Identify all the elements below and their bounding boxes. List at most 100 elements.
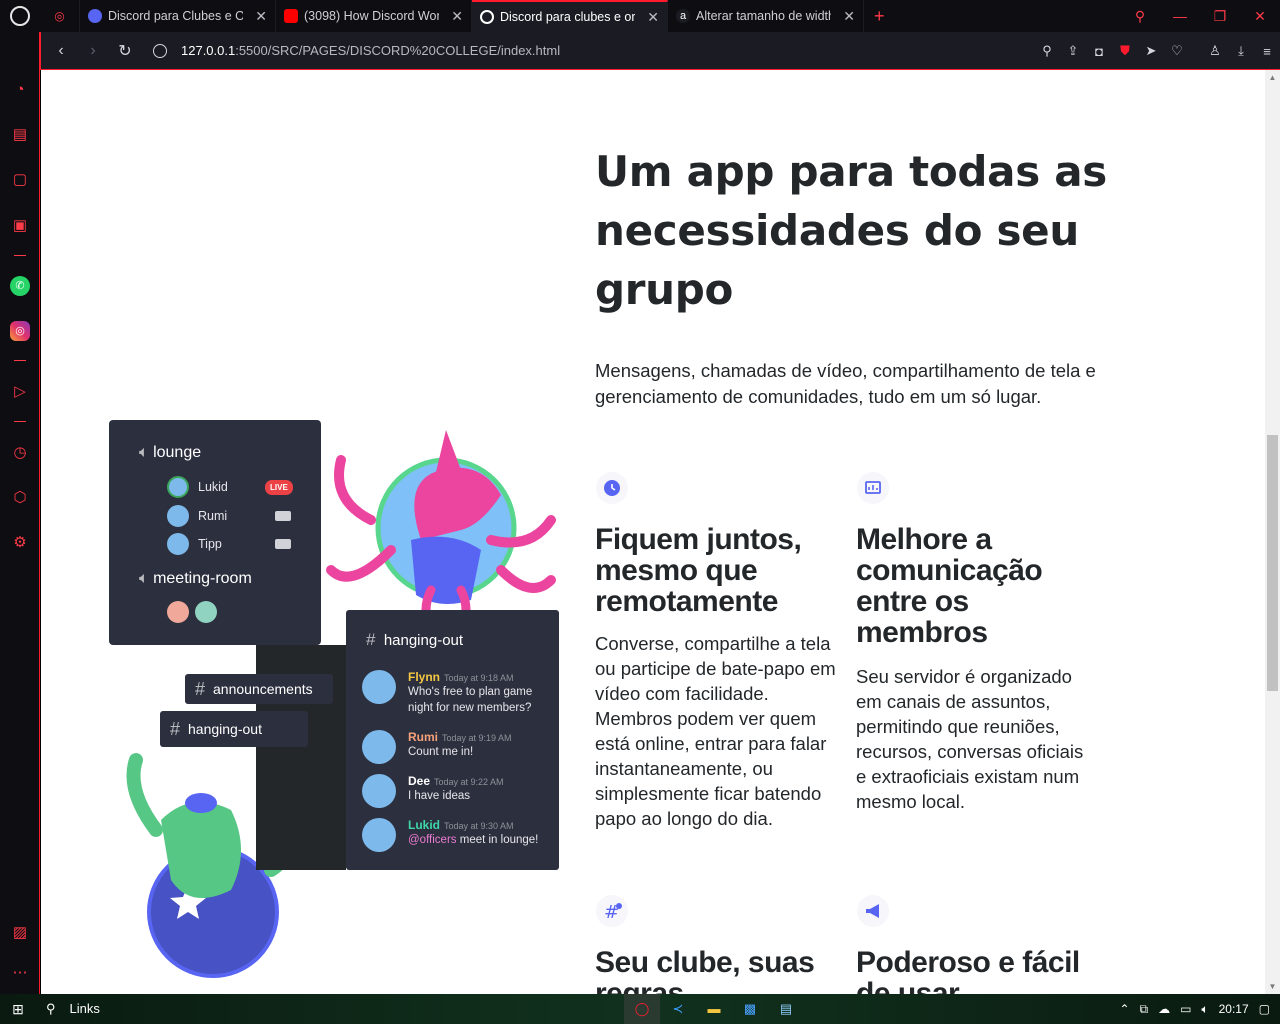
close-window-icon[interactable]: ✕ [1240,8,1280,25]
hash-icon: # [170,718,181,739]
scrollbar-thumb[interactable] [1267,435,1278,691]
close-icon[interactable]: ✕ [647,9,659,26]
taskbar-search[interactable]: ⚲ Links [46,1001,100,1017]
chart-icon [857,472,889,504]
divider [14,255,26,256]
search-icon: ⚲ [46,1001,56,1016]
video-camera-icon [275,511,291,521]
alura-favicon-icon: a [676,9,690,23]
author: Lukid Today at 9:30 AM [408,818,538,832]
chat-channel-name: hanging-out [383,632,464,649]
search-page-icon[interactable]: ⚲ [1034,43,1060,59]
clock-icon [596,472,628,504]
divider [14,421,26,422]
close-icon[interactable]: ✕ [843,8,855,25]
restore-icon[interactable]: ❐ [1200,8,1240,25]
chat-message: Dee Today at 9:22 AM I have ideas [362,774,504,808]
vscode-app-icon[interactable]: ≺ [660,994,696,1024]
speed-dial-icon[interactable]: ◔ [10,80,30,100]
voice-channel-meeting-room[interactable]: 🔈︎ meeting-room [139,570,252,588]
chat-message: Rumi Today at 9:19 AM Count me in! [362,730,512,764]
mention: @officers [408,834,457,846]
share-icon[interactable]: ⇪ [1060,43,1086,59]
camera-icon[interactable]: ◘ [1086,44,1112,59]
volume-icon[interactable]: 🔈︎ [1201,1002,1208,1017]
forward-icon[interactable]: › [77,42,109,60]
back-icon[interactable]: ‹ [45,42,77,60]
settings-icon[interactable]: ⚙ [10,533,30,553]
close-icon[interactable]: ✕ [451,8,463,25]
meet-icon[interactable]: ⧉ [1140,1002,1149,1017]
avatar [167,533,189,555]
windows-start-icon[interactable]: ⊞ [0,1001,36,1018]
wallpaper-icon[interactable]: ▨ [10,923,30,943]
photos-app-icon[interactable]: ▩ [732,994,768,1024]
scroll-down-icon[interactable]: ▼ [1265,979,1280,994]
chat-header: # hanging-out [366,630,463,650]
notepad-app-icon[interactable]: ▤ [768,994,804,1024]
adblock-shield-icon[interactable]: ⛊ [1112,43,1138,59]
instagram-icon[interactable]: ◎ [10,321,30,341]
history-icon[interactable]: ◷ [10,443,30,463]
extensions-icon[interactable]: ⬡ [10,488,30,508]
voice-channel-panel: 🔈︎ lounge Lukid LIVE Rumi Tipp 🔈︎ meetin… [109,420,321,645]
channel-pill-announcements[interactable]: # announcements [185,674,333,704]
avatar [362,670,396,704]
browser-sidebar: ◔ ▤ ▢ ▣ ✆ ◎ ▷ ◷ ⬡ ⚙ ▨ ⋯ [0,32,40,994]
more-icon[interactable]: ⋯ [10,963,30,983]
clock[interactable]: 20:17 [1219,1002,1249,1016]
chat-message: Lukid Today at 9:30 AM @officers meet in … [362,818,538,852]
feature-title: Poderoso e fácil de usar [856,946,1080,994]
feature-text: Seu servidor é organizado em canais de a… [856,666,1084,812]
gx-corner-icon[interactable]: ▤ [10,125,30,145]
reload-icon[interactable]: ↻ [109,41,141,61]
feature-text: Converse, compartilhe a tela ou particip… [595,633,836,829]
send-icon[interactable]: ➤ [1138,43,1164,59]
windows-taskbar: ⊞ ⚲ Links ◯ ≺ ▬ ▩ ▤ ⌃ ⧉ ☁ ▭ 🔈︎ 20:17 ▢ [0,994,1280,1024]
channel-name: lounge [153,444,202,461]
web-page: Um app para todas as necessidades do seu… [41,70,1265,994]
tab-1[interactable]: (3098) How Discord Works ✕ [276,0,472,32]
account-icon[interactable]: ♙ [1202,43,1228,59]
notifications-icon[interactable]: ▢ [1259,1002,1270,1016]
url-path: :5500/SRC/PAGES/DISCORD%20COLLEGE/index.… [235,43,561,58]
whatsapp-icon[interactable]: ✆ [10,276,30,296]
globe-favicon-icon [480,10,494,24]
network-icon[interactable]: ▭ [1180,1002,1191,1016]
avatar [362,730,396,764]
tab-2[interactable]: Discord para clubes e orga ✕ [472,0,668,32]
file-explorer-app-icon[interactable]: ▬ [696,994,732,1024]
url-field[interactable]: 127.0.0.1:5500/SRC/PAGES/DISCORD%20COLLE… [153,43,560,58]
channel-name: announcements [213,681,313,697]
opera-logo[interactable] [0,0,40,32]
onedrive-icon[interactable]: ☁ [1158,1002,1170,1016]
close-icon[interactable]: ✕ [255,8,267,25]
heart-icon[interactable]: ♡ [1164,43,1190,59]
speaker-icon: 🔈︎ [139,570,149,587]
member-name: Tipp [198,537,222,551]
chevron-up-icon[interactable]: ⌃ [1119,1002,1129,1016]
download-icon[interactable]: ⤓ [1228,43,1254,59]
timestamp: Today at 9:22 AM [434,777,504,787]
live-badge: LIVE [265,480,293,495]
taskbar-apps: ◯ ≺ ▬ ▩ ▤ [624,994,804,1024]
tab-3[interactable]: a Alterar tamanho de width e ✕ [668,0,864,32]
player-icon[interactable]: ▷ [10,382,30,402]
hash-icon: # [596,895,628,927]
character-body [411,536,481,604]
search-tabs-icon[interactable]: ⚲ [1120,8,1160,25]
tab-label: Discord para clubes e orga [500,10,636,24]
channel-pill-hanging-out[interactable]: # hanging-out [160,711,308,747]
minimize-icon[interactable]: — [1160,8,1200,24]
twitch-icon[interactable]: ▢ [10,170,30,190]
page-scrollbar[interactable]: ▲ ▼ [1265,70,1280,994]
system-tray: ⌃ ⧉ ☁ ▭ 🔈︎ 20:17 ▢ [1119,994,1280,1024]
scroll-up-icon[interactable]: ▲ [1265,70,1280,85]
tab-0[interactable]: Discord para Clubes e Orga ✕ [80,0,276,32]
menu-icon[interactable]: ≡ [1254,44,1280,59]
gx-controls-icon[interactable]: ◎ [40,0,80,32]
voice-channel-lounge[interactable]: 🔈︎ lounge [139,444,201,462]
opera-gx-app-icon[interactable]: ◯ [624,994,660,1024]
control-icon[interactable]: ▣ [10,216,30,236]
new-tab-button[interactable]: + [874,6,885,27]
